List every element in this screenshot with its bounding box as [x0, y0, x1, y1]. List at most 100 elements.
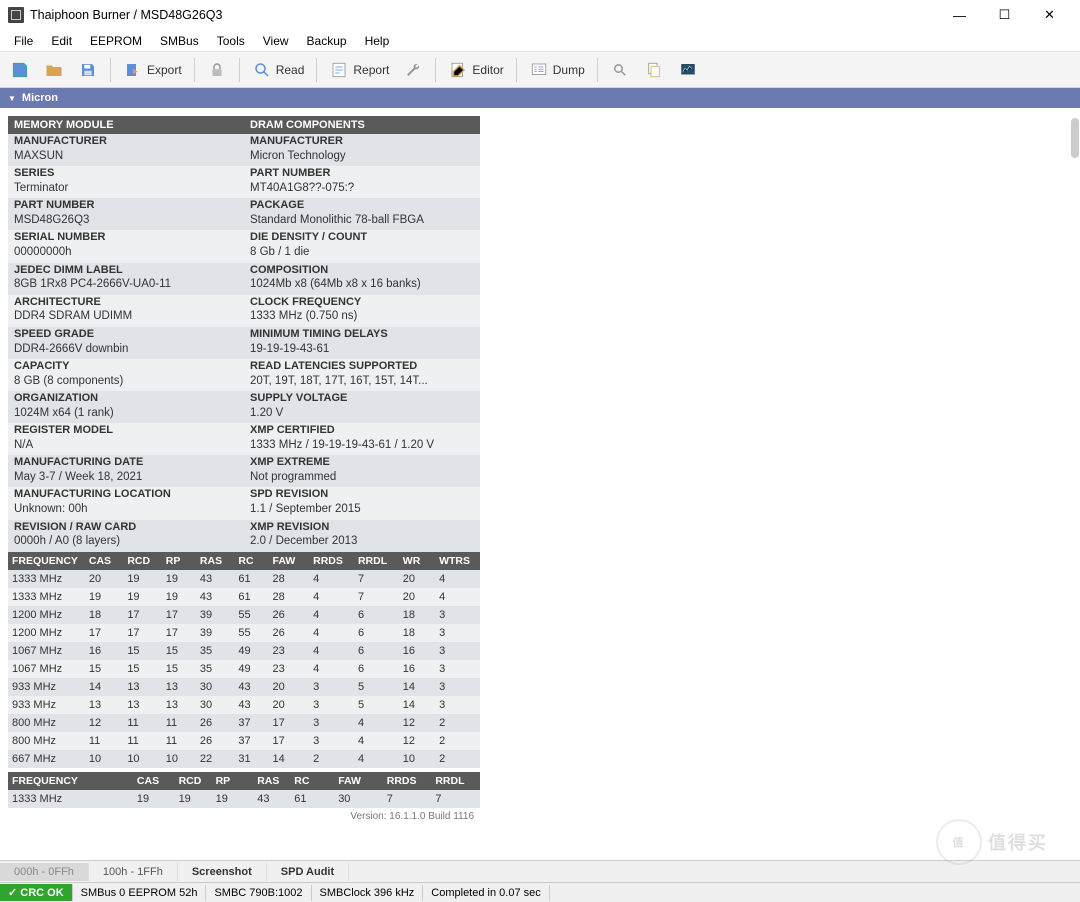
minimize-button[interactable]: —: [937, 0, 982, 30]
timing-row: 1333 MHz19191943612847204: [8, 588, 480, 606]
section-header[interactable]: Micron: [0, 88, 1080, 108]
timing-row: 800 MHz11111126371734122: [8, 732, 480, 750]
toolbar-analyze[interactable]: [672, 57, 704, 83]
module-field: JEDEC DIMM LABEL8GB 1Rx8 PC4-2666V-UA0-1…: [8, 263, 244, 295]
open-icon: [44, 60, 64, 80]
timing2-header: FREQUENCY: [8, 772, 91, 790]
timing2-header: RC: [290, 772, 334, 790]
dram-field: SPD REVISION1.1 / September 2015: [244, 487, 480, 519]
module-field: MANUFACTURING DATEMay 3-7 / Week 18, 202…: [8, 455, 244, 487]
toolbar-save[interactable]: [72, 57, 104, 83]
menu-file[interactable]: File: [6, 32, 41, 50]
timing2-header: CAS: [133, 772, 175, 790]
toolbar-report[interactable]: Report: [323, 57, 395, 83]
timing-row: 800 MHz12111126371734122: [8, 714, 480, 732]
close-button[interactable]: ✕: [1027, 0, 1072, 30]
analyze-icon: [678, 60, 698, 80]
scrollbar-thumb[interactable]: [1071, 118, 1079, 158]
toolbar-find[interactable]: [604, 57, 636, 83]
toolbar-new[interactable]: [4, 57, 36, 83]
status-smbclock: SMBClock 396 kHz: [312, 885, 424, 901]
menu-eeprom[interactable]: EEPROM: [82, 32, 150, 50]
timing2-header: RRDS: [383, 772, 432, 790]
dram-field: PACKAGEStandard Monolithic 78-ball FBGA: [244, 198, 480, 230]
report-icon: [329, 60, 349, 80]
wrench-icon: [403, 60, 423, 80]
toolbar-open[interactable]: [38, 57, 70, 83]
module-field: REVISION / RAW CARD0000h / A0 (8 layers): [8, 520, 244, 552]
menu-help[interactable]: Help: [357, 32, 398, 50]
menu-tools[interactable]: Tools: [209, 32, 253, 50]
toolbar-settings[interactable]: [397, 57, 429, 83]
timing2-row: 1333 MHz19191943613077: [8, 790, 480, 808]
toolbar-dump[interactable]: Dump: [523, 57, 591, 83]
tab-spd-audit[interactable]: SPD Audit: [267, 863, 349, 881]
module-field: CAPACITY8 GB (8 components): [8, 359, 244, 391]
status-smbus: SMBus 0 EEPROM 52h: [73, 885, 207, 901]
dump-icon: [529, 60, 549, 80]
menubar: File Edit EEPROM SMBus Tools View Backup…: [0, 30, 1080, 52]
dram-field: CLOCK FREQUENCY1333 MHz (0.750 ns): [244, 295, 480, 327]
timing-header: WTRS: [435, 552, 480, 570]
dram-field: DIE DENSITY / COUNT8 Gb / 1 die: [244, 230, 480, 262]
toolbar-copy[interactable]: [638, 57, 670, 83]
window-title: Thaiphoon Burner / MSD48G26Q3: [30, 8, 937, 22]
module-field: SPEED GRADEDDR4-2666V downbin: [8, 327, 244, 359]
timing-row: 933 MHz14131330432035143: [8, 678, 480, 696]
timing2-header: FAW: [334, 772, 383, 790]
status-smbc: SMBC 790B:1002: [206, 885, 311, 901]
toolbar-editor[interactable]: Editor: [442, 57, 509, 83]
menu-edit[interactable]: Edit: [43, 32, 80, 50]
dram-field: COMPOSITION1024Mb x8 (64Mb x8 x 16 banks…: [244, 263, 480, 295]
save-icon: [78, 60, 98, 80]
tab-000h[interactable]: 000h - 0FFh: [0, 863, 89, 881]
module-field: REGISTER MODELN/A: [8, 423, 244, 455]
timing-row: 1067 MHz16151535492346163: [8, 642, 480, 660]
watermark: 值值得买: [912, 812, 1072, 872]
timing-row: 667 MHz10101022311424102: [8, 750, 480, 768]
dram-field: PART NUMBERMT40A1G8??-075:?: [244, 166, 480, 198]
timing-row: 1200 MHz17171739552646183: [8, 624, 480, 642]
timing-header: RP: [162, 552, 196, 570]
timing-header: WR: [399, 552, 435, 570]
timing2-header: RCD: [175, 772, 212, 790]
toolbar-read[interactable]: Read: [246, 57, 311, 83]
app-icon: [8, 7, 24, 23]
timing-header: FREQUENCY: [8, 552, 85, 570]
dram-field: XMP REVISION2.0 / December 2013: [244, 520, 480, 552]
menu-view[interactable]: View: [255, 32, 297, 50]
new-icon: [10, 60, 30, 80]
timing-header: RRDL: [354, 552, 399, 570]
timing2-header: RP: [212, 772, 254, 790]
status-crc: CRC OK: [0, 884, 73, 901]
copy-icon: [644, 60, 664, 80]
timing-header: FAW: [269, 552, 310, 570]
timing-row: 933 MHz13131330432035143: [8, 696, 480, 714]
dram-field: MANUFACTURERMicron Technology: [244, 134, 480, 166]
menu-smbus[interactable]: SMBus: [152, 32, 207, 50]
version-label: Version: 16.1.1.0 Build 1116: [8, 808, 480, 822]
timing-header: RAS: [196, 552, 234, 570]
module-field: ARCHITECTUREDDR4 SDRAM UDIMM: [8, 295, 244, 327]
timing-header: CAS: [85, 552, 123, 570]
timing-row: 1200 MHz18171739552646183: [8, 606, 480, 624]
menu-backup[interactable]: Backup: [299, 32, 355, 50]
toolbar-export[interactable]: Export: [117, 57, 188, 83]
read-icon: [252, 60, 272, 80]
tab-100h[interactable]: 100h - 1FFh: [89, 863, 178, 881]
status-completed: Completed in 0.07 sec: [423, 885, 549, 901]
dram-field: SUPPLY VOLTAGE1.20 V: [244, 391, 480, 423]
timing-table: FREQUENCYCASRCDRPRASRCFAWRRDSRRDLWRWTRS …: [8, 552, 480, 768]
timing-row: 1067 MHz15151535492346163: [8, 660, 480, 678]
dram-field: XMP EXTREMENot programmed: [244, 455, 480, 487]
toolbar-lock[interactable]: [201, 57, 233, 83]
toolbar: Export Read Report Editor Dump: [0, 52, 1080, 88]
header-dram-components: DRAM COMPONENTS: [244, 116, 480, 134]
header-memory-module: MEMORY MODULE: [8, 116, 244, 134]
timing-header: RC: [234, 552, 268, 570]
module-field: SERIAL NUMBER00000000h: [8, 230, 244, 262]
tab-screenshot[interactable]: Screenshot: [178, 863, 267, 881]
dram-field: READ LATENCIES SUPPORTED20T, 19T, 18T, 1…: [244, 359, 480, 391]
dram-field: XMP CERTIFIED1333 MHz / 19-19-19-43-61 /…: [244, 423, 480, 455]
maximize-button[interactable]: ☐: [982, 0, 1027, 30]
